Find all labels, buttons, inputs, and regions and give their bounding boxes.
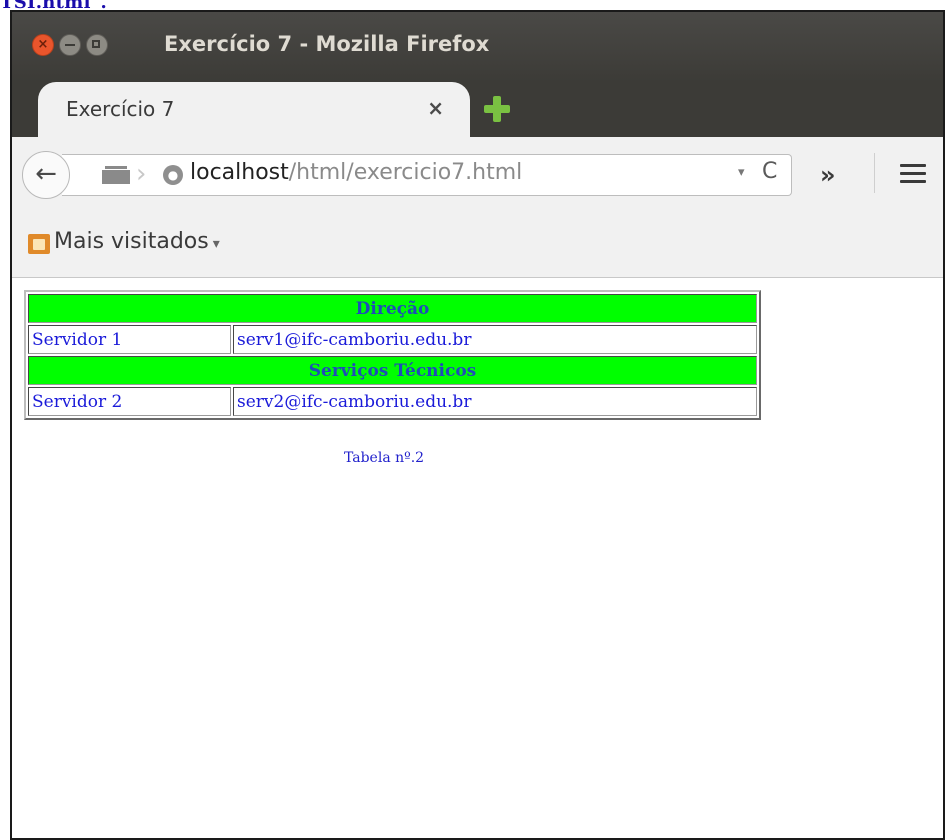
- window-maximize-button[interactable]: [86, 34, 108, 56]
- title-bar: × Exercício 7 - Mozilla Firefox: [12, 12, 943, 82]
- toolbar-separator: [874, 153, 875, 193]
- url-host: localhost: [190, 160, 289, 185]
- separator-chevron-icon: ›: [136, 159, 147, 189]
- tab-close-icon[interactable]: ×: [427, 96, 444, 120]
- url-path: /html/exercicio7.html: [288, 160, 523, 185]
- table-row: Direção: [28, 294, 757, 323]
- pages-icon[interactable]: [102, 166, 130, 184]
- tab-exercicio7[interactable]: Exercício 7 ×: [38, 82, 470, 137]
- back-arrow-icon: ←: [35, 159, 57, 189]
- globe-icon[interactable]: ●: [163, 165, 183, 185]
- new-tab-plus-icon[interactable]: [484, 96, 510, 122]
- bookmark-most-visited[interactable]: Mais visitados ▾: [54, 229, 220, 254]
- close-icon: ×: [37, 37, 49, 52]
- window-minimize-button[interactable]: [59, 34, 81, 56]
- caret-down-icon: ▾: [212, 236, 220, 252]
- window-title: Exercício 7 - Mozilla Firefox: [164, 32, 490, 56]
- page-content: Direção Servidor 1 serv1@ifc-camboriu.ed…: [12, 278, 943, 838]
- bookmark-label: Mais visitados: [54, 229, 209, 254]
- url-bar[interactable]: › ● localhost/html/exercicio7.html ▾ C: [62, 154, 792, 196]
- back-button[interactable]: ←: [22, 151, 70, 199]
- section-header: Serviços Técnicos: [28, 356, 757, 385]
- overflow-chevron-icon[interactable]: »: [820, 161, 836, 189]
- server-email-cell: serv1@ifc-camboriu.edu.br: [233, 325, 757, 354]
- bookmarks-toolbar: Mais visitados ▾: [12, 209, 943, 278]
- hamburger-menu-icon[interactable]: [900, 164, 926, 184]
- table-row: Serviços Técnicos: [28, 356, 757, 385]
- window-close-button[interactable]: ×: [32, 34, 54, 56]
- firefox-window: × Exercício 7 - Mozilla Firefox Exercíci…: [10, 10, 945, 840]
- server-name-cell: Servidor 2: [28, 387, 231, 416]
- tab-title: Exercício 7: [66, 97, 175, 121]
- server-email-cell: serv2@ifc-camboriu.edu.br: [233, 387, 757, 416]
- table-row: Servidor 1 serv1@ifc-camboriu.edu.br: [28, 325, 757, 354]
- bookmark-folder-icon: [28, 234, 50, 254]
- url-dropdown-icon[interactable]: ▾: [738, 165, 745, 180]
- navigation-toolbar: › ● localhost/html/exercicio7.html ▾ C ←…: [12, 137, 943, 209]
- data-table: Direção Servidor 1 serv1@ifc-camboriu.ed…: [24, 290, 761, 420]
- server-name-cell: Servidor 1: [28, 325, 231, 354]
- tab-strip: Exercício 7 ×: [12, 82, 943, 137]
- table-row: Servidor 2 serv2@ifc-camboriu.edu.br: [28, 387, 757, 416]
- section-header: Direção: [28, 294, 757, 323]
- table-caption: Tabela nº.2: [344, 450, 425, 466]
- url-text[interactable]: localhost/html/exercicio7.html: [190, 160, 522, 185]
- reload-icon[interactable]: C: [762, 159, 777, 184]
